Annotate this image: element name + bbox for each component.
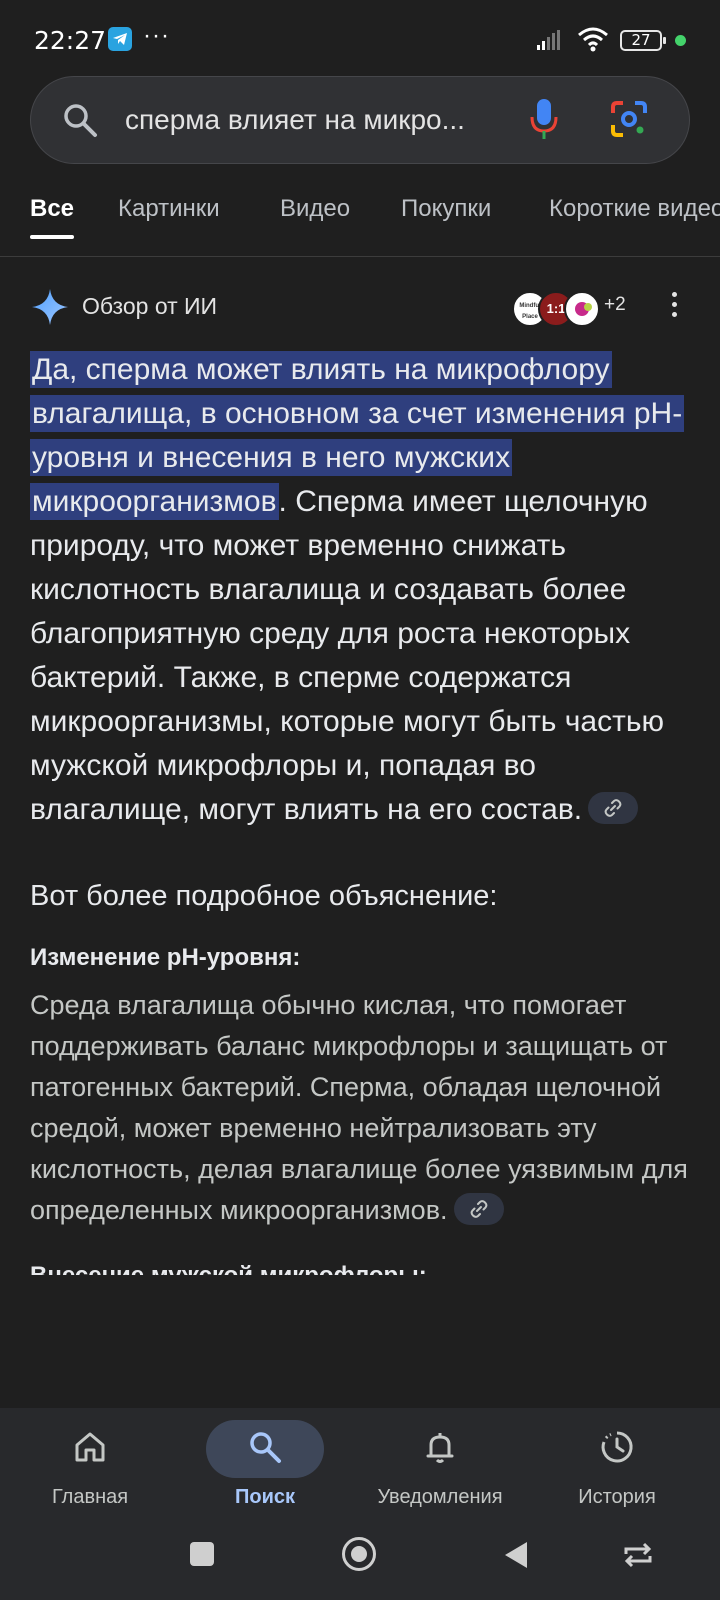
nav-home-label: Главная	[51, 1486, 129, 1508]
search-icon	[61, 101, 99, 144]
link-icon	[604, 799, 622, 817]
link-icon	[470, 1200, 487, 1218]
tab-all[interactable]: Все	[30, 195, 74, 223]
charging-dot	[675, 35, 686, 46]
nav-search-label: Поиск	[234, 1486, 296, 1508]
section-title-flora: Внесение мужской микрофлоры:	[30, 1259, 692, 1275]
ai-overview-lead: Да, сперма может влиять на микрофлору вл…	[30, 348, 692, 832]
nav-history-label: История	[578, 1486, 656, 1508]
active-tab-indicator	[30, 235, 74, 239]
status-bar: 22:27 ··· 27	[0, 0, 720, 80]
source-link-chip[interactable]	[453, 1192, 504, 1225]
search-bar[interactable]: сперма влияет на микро...	[30, 76, 690, 164]
section-text-ph-body: Среда влагалища обычно кислая, что помог…	[30, 990, 688, 1225]
nav-notifications-label: Уведомления	[377, 1486, 503, 1508]
status-time: 22:27	[34, 26, 107, 55]
more-sources-count[interactable]: +2	[604, 294, 626, 316]
signal-icon	[537, 30, 561, 55]
section-text-ph: Среда влагалища обычно кислая, что помог…	[30, 985, 692, 1231]
source-logo-3[interactable]	[564, 291, 600, 327]
lead-continuation: . Сперма имеет щелочную природу, что мож…	[30, 485, 664, 826]
voice-search-icon[interactable]	[529, 97, 559, 148]
recent-apps-button[interactable]	[190, 1542, 214, 1566]
gemini-sparkle-icon	[30, 287, 70, 332]
nav-history[interactable]: История	[527, 1408, 707, 1513]
tab-shopping[interactable]: Покупки	[401, 195, 491, 223]
nav-search[interactable]: Поиск	[175, 1408, 355, 1513]
source-link-chip[interactable]	[588, 792, 639, 825]
bottom-navigation: Главная Поиск Уведомления История	[0, 1408, 720, 1513]
nav-notifications[interactable]: Уведомления	[350, 1408, 530, 1513]
search-icon	[247, 1429, 283, 1470]
ai-overview-header: Обзор от ИИ Mindful Place 1:1 +2	[30, 285, 690, 335]
more-options-icon[interactable]	[670, 289, 678, 325]
tab-short-videos[interactable]: Короткие видео	[549, 195, 720, 223]
ai-overview-content: Да, сперма может влиять на микрофлору вл…	[30, 348, 692, 1275]
search-tabs: Все Картинки Видео Покупки Короткие виде…	[0, 195, 720, 257]
telegram-icon	[108, 27, 132, 51]
search-query[interactable]: сперма влияет на микро...	[125, 104, 465, 136]
battery-indicator: 27	[620, 30, 666, 51]
wifi-icon	[577, 26, 609, 57]
nav-home[interactable]: Главная	[0, 1408, 180, 1513]
details-heading: Вот более подробное объяснение:	[30, 880, 498, 912]
ai-overview-title: Обзор от ИИ	[82, 293, 218, 319]
section-title-ph: Изменение pH-уровня:	[30, 944, 301, 971]
more-notifications-icon: ···	[143, 22, 170, 49]
home-button[interactable]	[342, 1537, 376, 1571]
tab-videos[interactable]: Видео	[280, 195, 350, 223]
system-navigation-bar	[0, 1513, 720, 1600]
source-favicons[interactable]: Mindful Place 1:1	[512, 291, 602, 327]
google-lens-icon[interactable]	[609, 99, 649, 144]
home-icon	[72, 1429, 108, 1470]
back-button[interactable]	[503, 1540, 529, 1575]
switch-app-icon[interactable]	[622, 1542, 654, 1573]
bell-icon	[422, 1429, 458, 1470]
tab-images[interactable]: Картинки	[118, 195, 220, 223]
history-icon	[599, 1429, 635, 1470]
